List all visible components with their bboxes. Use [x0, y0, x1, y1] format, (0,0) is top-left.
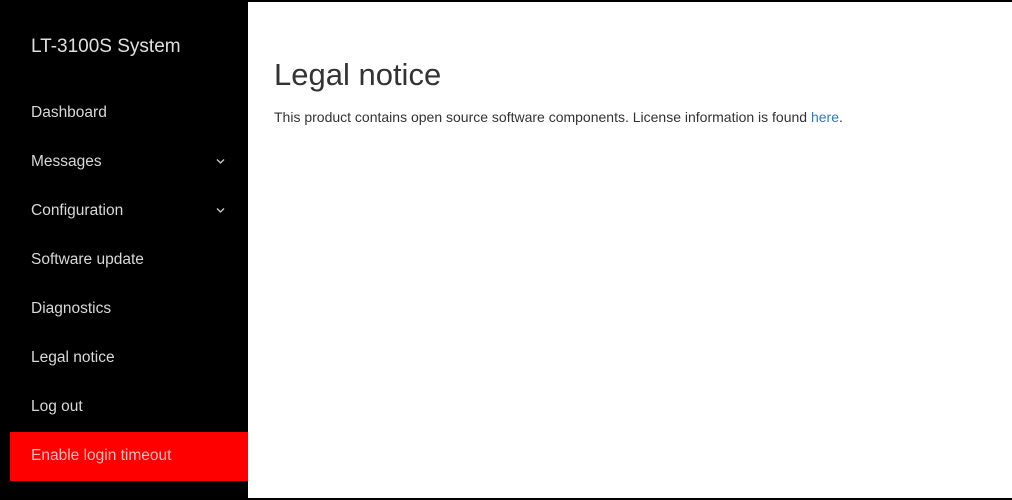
notice-text: This product contains open source softwa…: [274, 109, 811, 125]
enable-login-timeout-button[interactable]: Enable login timeout: [10, 432, 248, 481]
page-title: Legal notice: [274, 57, 442, 92]
sidebar-nav: Dashboard Messages Configuration Softwar…: [10, 89, 248, 481]
brand-title: LT-3100S System: [31, 36, 181, 57]
sidebar-item-configuration[interactable]: Configuration: [10, 187, 248, 236]
sidebar-item-label: Dashboard: [31, 104, 107, 121]
sidebar-item-messages[interactable]: Messages: [10, 138, 248, 187]
sidebar-item-label: Legal notice: [31, 349, 115, 366]
legal-notice-text: This product contains open source softwa…: [274, 109, 992, 125]
sidebar-item-label: Diagnostics: [31, 300, 112, 317]
chevron-down-icon: [216, 159, 225, 164]
notice-end: .: [839, 109, 843, 125]
sidebar-item-legal-notice[interactable]: Legal notice: [10, 334, 248, 383]
sidebar-item-log-out[interactable]: Log out: [10, 383, 248, 432]
sidebar-item-diagnostics[interactable]: Diagnostics: [10, 285, 248, 334]
sidebar-item-software-update[interactable]: Software update: [10, 236, 248, 285]
main-content: Legal notice This product contains open …: [274, 57, 992, 139]
sidebar-item-label: Configuration: [31, 202, 124, 219]
sidebar-item-label: Messages: [31, 153, 102, 170]
chevron-down-icon: [216, 208, 225, 213]
sidebar-item-label: Enable login timeout: [31, 447, 172, 464]
sidebar-item-label: Log out: [31, 398, 83, 415]
app-frame: LT-3100S System Dashboard Messages Confi…: [0, 0, 1012, 500]
license-link[interactable]: here: [811, 109, 839, 125]
sidebar: LT-3100S System Dashboard Messages Confi…: [10, 2, 248, 498]
sidebar-item-dashboard[interactable]: Dashboard: [10, 89, 248, 138]
sidebar-item-label: Software update: [31, 251, 144, 268]
